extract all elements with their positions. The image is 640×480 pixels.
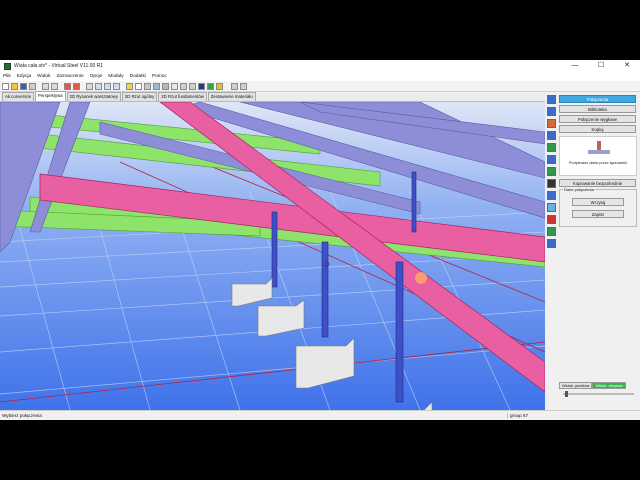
save-icon[interactable]: [20, 82, 27, 90]
blue-block-icon[interactable]: [198, 82, 205, 90]
zoom-in-icon[interactable]: [86, 82, 93, 90]
corner-connection-button[interactable]: Połączenie węgłowe: [559, 115, 636, 123]
maximize-button[interactable]: ☐: [588, 60, 614, 72]
stair-icon[interactable]: [547, 227, 556, 236]
section-icon[interactable]: [180, 82, 187, 90]
yellow-block-icon[interactable]: [216, 82, 223, 90]
beam-icon[interactable]: [547, 95, 556, 104]
menu-file[interactable]: Plik: [3, 74, 11, 79]
menu-options[interactable]: Opcje: [90, 74, 103, 79]
refresh-icon[interactable]: [240, 82, 247, 90]
redo-icon[interactable]: [73, 82, 80, 90]
green-block-icon[interactable]: [207, 82, 214, 90]
menu-help[interactable]: Pomoc: [152, 74, 167, 79]
grid-icon[interactable]: [547, 119, 556, 128]
clip-icon[interactable]: [189, 82, 196, 90]
connection-data-group: Dane połączenia Wczytaj Zapisz: [559, 187, 637, 227]
view-mode-tabs: Widok: punktów Widok: obrysów: [559, 382, 626, 389]
main-toolbar: [0, 81, 640, 92]
tab-points-view[interactable]: Widok: punktów: [559, 382, 593, 389]
library-button[interactable]: Biblioteka: [559, 105, 636, 113]
detail-slider[interactable]: [561, 391, 636, 397]
tab-shop-drawing[interactable]: 2D Rysunek warsztatowy: [66, 92, 121, 101]
column-icon[interactable]: [547, 107, 556, 116]
bolt-icon[interactable]: [547, 143, 556, 152]
measure-icon[interactable]: [547, 215, 556, 224]
list-icon[interactable]: [547, 239, 556, 248]
render-icon[interactable]: [153, 82, 160, 90]
save-connection-button[interactable]: Zapisz: [572, 210, 624, 218]
app-logo-icon: [4, 62, 11, 70]
connection-preview[interactable]: Podpierane płatw przez łączowniki: [559, 136, 637, 176]
connections-panel: Połączenia Biblioteka Połączenie węgłowe…: [558, 95, 638, 410]
3d-viewport[interactable]: [0, 102, 545, 410]
paste-icon[interactable]: [51, 82, 58, 90]
copy-button[interactable]: Kopiuj: [559, 125, 636, 133]
status-message: Wybierz połączenia: [2, 413, 42, 418]
open-icon[interactable]: [11, 82, 18, 90]
tab-general-plan[interactable]: 2D Rzut ogólny: [121, 92, 158, 101]
connection-name: Podpierane płatw przez łączowniki: [568, 161, 628, 165]
zoom-window-icon[interactable]: [104, 82, 111, 90]
tab-perspective[interactable]: Perspektywa: [35, 91, 66, 101]
connections-button[interactable]: Połączenia: [559, 95, 636, 103]
model-render[interactable]: [0, 102, 545, 410]
undo-icon[interactable]: [64, 82, 71, 90]
menu-addons[interactable]: Dodatki: [130, 74, 146, 79]
plate-icon[interactable]: [547, 131, 556, 140]
minimize-button[interactable]: —: [562, 60, 588, 72]
tab-conversion[interactable]: Ak.conversrie: [2, 92, 35, 101]
close-button[interactable]: ✕: [614, 60, 640, 72]
new-icon[interactable]: [2, 82, 9, 90]
zoom-out-icon[interactable]: [95, 82, 102, 90]
print-icon[interactable]: [29, 82, 36, 90]
direct-copy-button[interactable]: Kopiowanie bezpośrednie: [559, 179, 636, 187]
menu-view[interactable]: Widok: [37, 74, 50, 79]
connection-thumbnail-icon: [588, 141, 610, 154]
window-title: Wiata cała.stv* - Virtual Steel V11.00 R…: [14, 63, 104, 69]
status-group: group 67: [507, 413, 640, 418]
grid-icon[interactable]: [171, 82, 178, 90]
group-title: Dane połączenia: [563, 187, 595, 192]
menu-bar: Plik Edycja Widok Zaznaczenie Opcje Modu…: [0, 72, 640, 81]
status-bar: Wybierz połączenia group 67: [0, 410, 640, 420]
rotate-icon[interactable]: [547, 203, 556, 212]
title-bar[interactable]: Wiata cała.stv* - Virtual Steel V11.00 R…: [0, 60, 640, 72]
layer-icon[interactable]: [162, 82, 169, 90]
selection-marker[interactable]: [415, 272, 427, 284]
tab-material-list[interactable]: Zestawienie materiału: [207, 92, 256, 101]
shaded-icon[interactable]: [144, 82, 151, 90]
tab-foundation-plan[interactable]: 2D Rzut fundamentów: [158, 92, 207, 101]
menu-selection[interactable]: Zaznaczenie: [56, 74, 83, 79]
tab-outline-view[interactable]: Widok: obrysów: [592, 382, 626, 389]
copy-icon[interactable]: [42, 82, 49, 90]
load-button[interactable]: Wczytaj: [572, 198, 624, 206]
hatch-icon[interactable]: [126, 82, 133, 90]
side-toolbar: [546, 95, 558, 335]
menu-modules[interactable]: Moduły: [108, 74, 123, 79]
zoom-fit-icon[interactable]: [113, 82, 120, 90]
wireframe-icon[interactable]: [135, 82, 142, 90]
weld-icon[interactable]: [547, 155, 556, 164]
view-tabs: Ak.conversrie Perspektywa 2D Rysunek war…: [0, 91, 545, 102]
menu-edit[interactable]: Edycja: [17, 74, 31, 79]
application-window: Wiata cała.stv* - Virtual Steel V11.00 R…: [0, 60, 640, 420]
find-icon[interactable]: [231, 82, 238, 90]
cut-icon[interactable]: [547, 191, 556, 200]
section-icon[interactable]: [547, 167, 556, 176]
camera-icon[interactable]: [547, 179, 556, 188]
